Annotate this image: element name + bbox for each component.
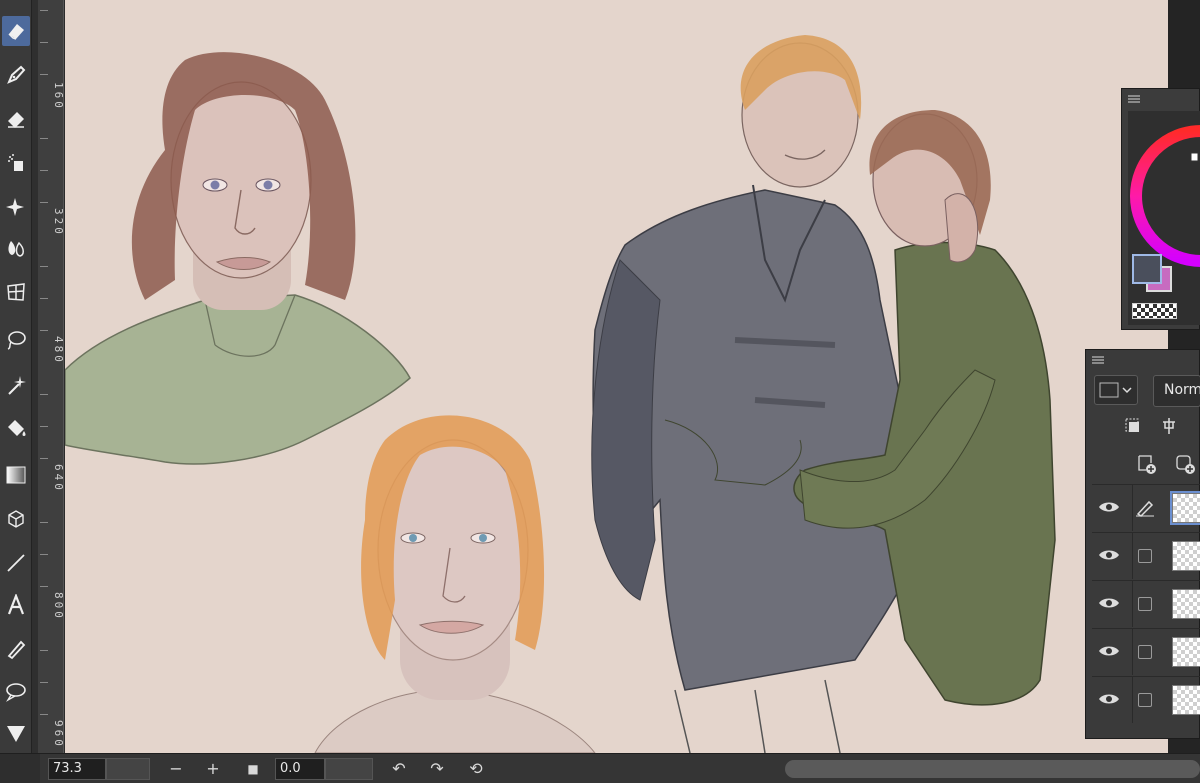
rotation-slider[interactable] <box>325 758 373 780</box>
sketch-portrait-brown-hair <box>65 52 411 465</box>
clip-studio-window: 160 320 480 640 800 960 Norm 73.3 − + ■ … <box>0 0 1200 783</box>
speech-balloon-icon[interactable] <box>2 676 30 706</box>
text-icon[interactable] <box>2 590 30 620</box>
eye-icon[interactable] <box>1098 499 1120 515</box>
pencil-icon <box>1136 500 1154 517</box>
eye-icon[interactable] <box>1098 547 1120 563</box>
clip-layer-icon[interactable] <box>1120 413 1146 439</box>
ruler-label: 320 <box>52 208 64 237</box>
color-panel-body <box>1128 111 1200 325</box>
pen-icon[interactable] <box>2 60 30 90</box>
tool-bar <box>0 0 32 753</box>
frame-icon[interactable] <box>2 718 30 748</box>
layer-color-select[interactable] <box>1094 375 1138 405</box>
ruler-label: 800 <box>52 592 64 621</box>
zoom-input[interactable]: 73.3 <box>48 758 106 780</box>
rotate-right-button[interactable]: ↷ <box>426 758 448 780</box>
layer-thumbnail <box>1170 491 1200 525</box>
ruler-label: 480 <box>52 336 64 365</box>
layer-thumbnail <box>1172 685 1200 715</box>
blend-mode-select[interactable]: Norm <box>1153 375 1200 407</box>
eraser-alt-icon[interactable] <box>2 104 30 134</box>
panel-grip-icon[interactable] <box>1128 95 1140 103</box>
eraser-icon[interactable] <box>2 16 30 46</box>
rotation-angle-input[interactable]: 0.0 <box>275 758 325 780</box>
layer-row[interactable] <box>1092 580 1200 627</box>
main-color-swatch[interactable] <box>1132 254 1162 284</box>
reference-layer-icon[interactable] <box>1156 413 1182 439</box>
layer-select-checkbox[interactable] <box>1138 549 1152 563</box>
magic-wand-icon[interactable] <box>2 370 30 400</box>
ruler-label: 160 <box>52 82 64 111</box>
drawing-canvas[interactable] <box>65 0 1168 753</box>
fill-bucket-icon[interactable] <box>2 413 30 443</box>
sketch-standing-man-grey-coat <box>591 35 916 753</box>
ruler-label: 640 <box>52 464 64 493</box>
zoom-in-button[interactable]: + <box>202 758 224 780</box>
blend-icon[interactable] <box>2 233 30 263</box>
layer-row[interactable] <box>1092 532 1200 579</box>
transparent-color-swatch[interactable] <box>1132 303 1177 319</box>
layer-panel: Norm <box>1085 349 1200 739</box>
airbrush-icon[interactable] <box>2 148 30 178</box>
correction-pen-icon[interactable] <box>2 634 30 664</box>
zoom-slider[interactable] <box>106 758 150 780</box>
eye-icon[interactable] <box>1098 643 1120 659</box>
sketch-portrait-ginger-hair <box>314 415 596 753</box>
layer-row[interactable] <box>1092 676 1200 723</box>
fit-to-screen-button[interactable]: ■ <box>242 758 264 780</box>
color-wheel-panel <box>1121 88 1200 330</box>
new-raster-layer-icon[interactable] <box>1134 451 1160 477</box>
layer-select-checkbox[interactable] <box>1138 693 1152 707</box>
layer-select-checkbox[interactable] <box>1138 597 1152 611</box>
reset-rotation-button[interactable]: ⟲ <box>465 758 487 780</box>
panel-grip-icon[interactable] <box>1092 356 1104 364</box>
vertical-ruler: 160 320 480 640 800 960 <box>38 0 64 753</box>
new-vector-layer-icon[interactable] <box>1172 451 1198 477</box>
hue-ring[interactable] <box>1130 125 1200 267</box>
ruler-label: 960 <box>52 720 64 749</box>
layer-thumbnail <box>1172 589 1200 619</box>
lasso-icon[interactable] <box>2 325 30 355</box>
layer-row[interactable] <box>1092 628 1200 675</box>
layer-select-checkbox[interactable] <box>1138 645 1152 659</box>
layer-thumbnail <box>1172 637 1200 667</box>
mesh-icon[interactable] <box>2 277 30 307</box>
layer-thumbnail <box>1172 541 1200 571</box>
gradient-icon[interactable] <box>2 460 30 490</box>
rotate-left-button[interactable]: ↶ <box>388 758 410 780</box>
sparkle-icon[interactable] <box>2 191 30 221</box>
3d-cube-icon[interactable] <box>2 504 30 534</box>
zoom-out-button[interactable]: − <box>165 758 187 780</box>
hue-marker[interactable] <box>1190 152 1199 162</box>
navigator-bar: 73.3 − + ■ 0.0 ↶ ↷ ⟲ <box>0 753 1200 783</box>
line-icon[interactable] <box>2 548 30 578</box>
eye-icon[interactable] <box>1098 691 1120 707</box>
horizontal-scrollbar[interactable] <box>785 760 1200 778</box>
layer-row[interactable] <box>1092 484 1200 531</box>
eye-icon[interactable] <box>1098 595 1120 611</box>
